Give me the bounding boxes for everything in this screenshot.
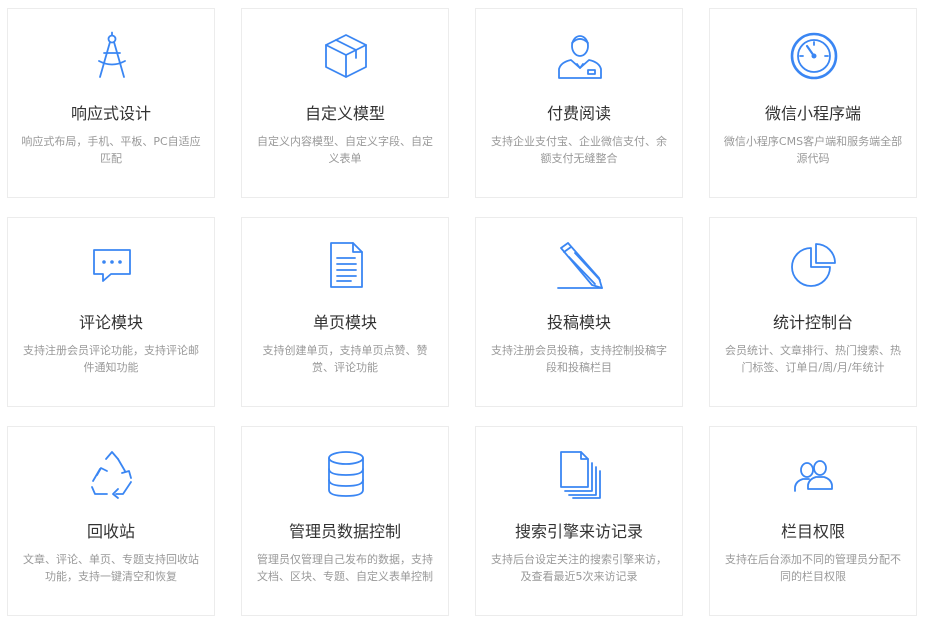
feature-description: 支持创建单页，支持单页点赞、赞赏、评论功能 [262, 344, 428, 374]
feature-card-search-engine-visits[interactable]: 搜索引擎来访记录 支持后台设定关注的搜索引擎来访，及查看最近5次来访记录 [475, 426, 683, 616]
feature-description: 管理员仅管理自己发布的数据，支持文档、区块、专题、自定义表单控制 [257, 553, 433, 583]
gauge-icon [789, 31, 839, 81]
feature-description: 支持在后台添加不同的管理员分配不同的栏目权限 [725, 553, 901, 583]
feature-title: 投稿模块 [546, 313, 611, 332]
feature-title: 评论模块 [78, 313, 143, 332]
user-tie-icon [555, 31, 605, 81]
feature-description: 支持注册会员评论功能，支持评论邮件通知功能 [23, 344, 199, 374]
feature-card-single-page[interactable]: 单页模块 支持创建单页，支持单页点赞、赞赏、评论功能 [241, 217, 449, 407]
feature-title: 付费阅读 [546, 104, 611, 123]
feature-title: 自定义模型 [304, 104, 385, 123]
feature-description: 会员统计、文章排行、热门搜索、热门标签、订单日/周/月/年统计 [725, 344, 901, 374]
pencil-icon [555, 240, 605, 290]
chat-bubble-icon [87, 240, 137, 290]
recycle-icon [87, 449, 137, 499]
feature-card-recycle-bin[interactable]: 回收站 文章、评论、单页、专题支持回收站功能，支持一键清空和恢复 [7, 426, 215, 616]
feature-title: 回收站 [86, 522, 135, 541]
feature-card-submission[interactable]: 投稿模块 支持注册会员投稿，支持控制投稿字段和投稿栏目 [475, 217, 683, 407]
feature-title: 微信小程序端 [764, 104, 861, 123]
feature-card-statistics-console[interactable]: 统计控制台 会员统计、文章排行、热门搜索、热门标签、订单日/周/月/年统计 [709, 217, 917, 407]
feature-card-admin-data-control[interactable]: 管理员数据控制 管理员仅管理自己发布的数据，支持文档、区块、专题、自定义表单控制 [241, 426, 449, 616]
compass-icon [87, 31, 137, 81]
feature-title: 搜索引擎来访记录 [514, 522, 643, 541]
feature-card-custom-model[interactable]: 自定义模型 自定义内容模型、自定义字段、自定义表单 [241, 8, 449, 198]
document-icon [321, 240, 371, 290]
feature-card-column-permissions[interactable]: 栏目权限 支持在后台添加不同的管理员分配不同的栏目权限 [709, 426, 917, 616]
feature-description: 响应式布局，手机、平板、PC自适应匹配 [21, 135, 201, 165]
feature-card-responsive-design[interactable]: 响应式设计 响应式布局，手机、平板、PC自适应匹配 [7, 8, 215, 198]
feature-card-paid-reading[interactable]: 付费阅读 支持企业支付宝、企业微信支付、余额支付无缝整合 [475, 8, 683, 198]
feature-title: 单页模块 [312, 313, 377, 332]
users-icon [789, 449, 839, 499]
feature-title: 栏目权限 [780, 522, 845, 541]
feature-description: 自定义内容模型、自定义字段、自定义表单 [257, 135, 433, 165]
feature-description: 支持后台设定关注的搜索引擎来访，及查看最近5次来访记录 [491, 553, 667, 583]
feature-card-wechat-miniprogram[interactable]: 微信小程序端 微信小程序CMS客户端和服务端全部源代码 [709, 8, 917, 198]
feature-card-comments[interactable]: 评论模块 支持注册会员评论功能，支持评论邮件通知功能 [7, 217, 215, 407]
feature-description: 支持注册会员投稿，支持控制投稿字段和投稿栏目 [491, 344, 667, 374]
feature-title: 管理员数据控制 [288, 522, 401, 541]
feature-grid: 响应式设计 响应式布局，手机、平板、PC自适应匹配 自定义模型 自定义内容模型、… [0, 0, 927, 634]
feature-title: 响应式设计 [70, 104, 151, 123]
box-icon [321, 31, 371, 81]
pie-chart-icon [789, 240, 839, 290]
feature-description: 文章、评论、单页、专题支持回收站功能，支持一键清空和恢复 [23, 553, 199, 583]
files-icon [555, 449, 605, 499]
database-icon [321, 449, 371, 499]
feature-description: 支持企业支付宝、企业微信支付、余额支付无缝整合 [491, 135, 667, 165]
feature-title: 统计控制台 [772, 313, 853, 332]
feature-description: 微信小程序CMS客户端和服务端全部源代码 [723, 135, 903, 165]
